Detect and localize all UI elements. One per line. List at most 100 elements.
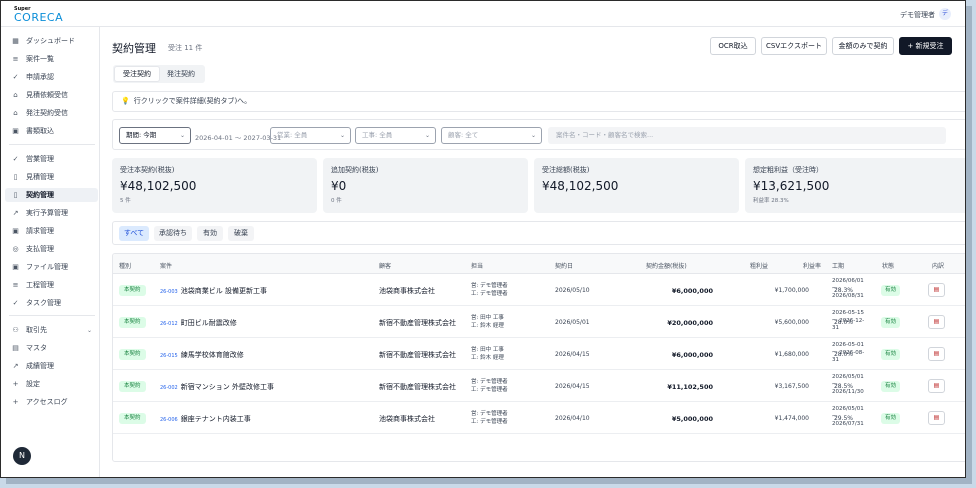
sidebar-item-label: タスク管理 (26, 299, 61, 307)
project-cell: 26-002 新宿マンション 外壁改修工事 (160, 382, 274, 392)
col-gross: 粗利益 (750, 263, 769, 270)
detail-pdf-button[interactable]: ▤ (928, 411, 945, 425)
stat-card-main-contract: 受注本契約(税抜) ¥48,102,500 5 件 (112, 158, 317, 213)
term-start: 2026/06/01 (832, 278, 864, 284)
gross-profit: ¥1,474,000 (774, 415, 809, 422)
contract-date: 2026/05/10 (555, 287, 590, 294)
grid-icon: ▦ (12, 37, 19, 45)
contract-tabs: 受注契約 発注契約 (113, 65, 205, 83)
person-cell: 営: デモ管理者 工: デモ管理者 (471, 282, 508, 298)
sidebar-item-files[interactable]: ▣ ファイル管理 (5, 260, 98, 274)
pdf-icon: ▤ (933, 318, 940, 325)
ocr-import-button[interactable]: OCR取込 (710, 37, 756, 55)
pdf-icon: ▤ (933, 414, 940, 421)
status-filter-all[interactable]: すべて (119, 226, 149, 241)
project-name: 銀座テナント内装工事 (180, 415, 251, 423)
search-input[interactable]: 案件名・コード・顧客名で検索... (548, 127, 946, 144)
sidebar-item-billing[interactable]: ▣ 請求管理 (5, 224, 98, 238)
tab-order-contracts[interactable]: 受注契約 (115, 67, 159, 81)
table-row[interactable]: 本契約 26-012 町田ビル耐震改修 新宿不動産管理株式会社 営: 田中 工事工… (113, 306, 965, 338)
sidebar-item-estimates[interactable]: ▯ 見積管理 (5, 170, 98, 184)
term-cell: 2026/05/01 〜 2026/11/30 (832, 374, 874, 397)
check-icon: ✓ (12, 73, 19, 81)
status-filter-active[interactable]: 有効 (197, 226, 223, 241)
sidebar-item-partners[interactable]: ⚇ 取引先 ⌄ (5, 323, 98, 337)
n-badge[interactable]: N (13, 447, 31, 465)
csv-export-button[interactable]: CSVエクスポート (761, 37, 827, 55)
status-filter-pending[interactable]: 承認待ち (154, 226, 192, 241)
customer-filter-select[interactable]: 顧客: 全て ⌄ (441, 127, 542, 144)
term-sep: 〜 2026-12- (832, 317, 865, 324)
sidebar-item-label: 成績管理 (26, 362, 54, 370)
person-cell: 営: 田中 工事 工: 鈴木 経理 (471, 346, 504, 362)
sidebar-item-access-log[interactable]: + アクセスログ (5, 395, 98, 409)
detail-pdf-button[interactable]: ▤ (928, 347, 945, 361)
table-row[interactable]: 本契約 26-006 銀座テナント内装工事 池袋商事株式会社 営: デモ管理者 工:… (113, 402, 965, 434)
sidebar-item-label: 取引先 (26, 326, 47, 334)
new-order-button[interactable]: + 新規受注 (899, 37, 952, 55)
sales-filter-value: 営業: 全員 (277, 131, 308, 139)
status-badge: 有効 (881, 349, 901, 360)
detail-pdf-button[interactable]: ▤ (928, 283, 945, 297)
sidebar-item-approvals[interactable]: ✓ 申請承認 (5, 70, 98, 84)
sidebar-item-projects[interactable]: ≡ 案件一覧 (5, 52, 98, 66)
sidebar-item-label: ダッシュボード (26, 37, 75, 45)
sidebar-item-estimate-requests[interactable]: ⌂ 見積依頼受信 (5, 88, 98, 102)
construction-filter-value: 工事: 全員 (362, 131, 393, 139)
logo-coreca: CORECA (14, 11, 64, 24)
sidebar-item-contracts[interactable]: ▯ 契約管理 (5, 188, 98, 202)
sidebar-item-budget[interactable]: ↗ 実行予算管理 (5, 206, 98, 220)
sidebar-item-master[interactable]: ▤ マスタ (5, 341, 98, 355)
term-start: 2026-05-01 (832, 342, 864, 348)
term-end: 2026/08/31 (832, 293, 864, 299)
chevron-down-icon: ⌄ (424, 132, 430, 139)
sidebar-item-tasks[interactable]: ✓ タスク管理 (5, 296, 98, 310)
contracts-table: 種別 案件 顧客 担当 契約日 契約金額(税抜) 粗利益 利益率 工期 状態 内… (112, 253, 965, 462)
type-badge: 本契約 (119, 317, 146, 328)
plus-icon: + (12, 380, 19, 388)
detail-pdf-button[interactable]: ▤ (928, 379, 945, 393)
term-start: 2026/05/01 (832, 374, 864, 380)
stat-sub: 利益率 28.3% (753, 198, 789, 204)
status-filter-discarded[interactable]: 破棄 (228, 226, 254, 241)
table-row[interactable]: 本契約 26-002 新宿マンション 外壁改修工事 新宿不動産管理株式会社 営: … (113, 370, 965, 402)
project-cell: 26-012 町田ビル耐震改修 (160, 318, 237, 328)
chevron-down-icon: ⌄ (86, 326, 92, 334)
hint-banner: 💡 行クリックで案件詳細(契約タブ)へ。 (112, 91, 965, 112)
project-code: 26-003 (160, 289, 178, 295)
sidebar-item-label: 書類取込 (26, 127, 54, 135)
sidebar-item-settings[interactable]: + 設定 (5, 377, 98, 391)
tab-purchase-contracts[interactable]: 発注契約 (159, 67, 203, 81)
project-name: 新宿マンション 外壁改修工事 (180, 383, 274, 391)
project-code: 26-002 (160, 385, 178, 391)
table-row[interactable]: 本契約 26-015 練馬学校体育館改修 新宿不動産管理株式会社 営: 田中 工事… (113, 338, 965, 370)
sidebar-item-schedule[interactable]: ≡ 工程管理 (5, 278, 98, 292)
users-icon: ⚇ (12, 326, 19, 334)
amount-only-contract-button[interactable]: 金額のみで契約 (832, 37, 894, 55)
sidebar-item-performance[interactable]: ↗ 成績管理 (5, 359, 98, 373)
sidebar-item-label: 申請承認 (26, 73, 54, 81)
user-name[interactable]: デモ管理者 (900, 10, 935, 20)
project-name: 町田ビル耐震改修 (180, 319, 237, 327)
detail-pdf-button[interactable]: ▤ (928, 315, 945, 329)
period-select[interactable]: 期間: 今期 ⌄ (119, 127, 191, 144)
sidebar-item-sales[interactable]: ✓ 営業管理 (5, 152, 98, 166)
pdf-icon: ▤ (933, 382, 940, 389)
lightbulb-icon: 💡 (121, 97, 130, 105)
table-icon: ▤ (12, 344, 19, 352)
table-row[interactable]: 本契約 26-003 池袋商業ビル 設備更新工事 池袋商事株式会社 営: デモ管理… (113, 274, 965, 306)
avatar[interactable]: デ (939, 8, 951, 20)
stat-value: ¥0 (331, 179, 347, 193)
sales-filter-select[interactable]: 営業: 全員 ⌄ (270, 127, 351, 144)
stat-value: ¥48,102,500 (120, 179, 197, 193)
sidebar-item-order-contracts-received[interactable]: ⌂ 発注契約受信 (5, 106, 98, 120)
sidebar-item-document-import[interactable]: ▣ 書類取込 (5, 124, 98, 138)
term-end: 31 (832, 357, 839, 363)
sidebar-item-dashboard[interactable]: ▦ ダッシュボード (5, 34, 98, 48)
status-badge: 有効 (881, 381, 901, 392)
client-cell: 池袋商事株式会社 (379, 287, 435, 295)
construction-filter-select[interactable]: 工事: 全員 ⌄ (355, 127, 436, 144)
sidebar-item-payments[interactable]: ◎ 支払管理 (5, 242, 98, 256)
divider (9, 144, 95, 145)
page-title: 契約管理 (112, 42, 156, 55)
